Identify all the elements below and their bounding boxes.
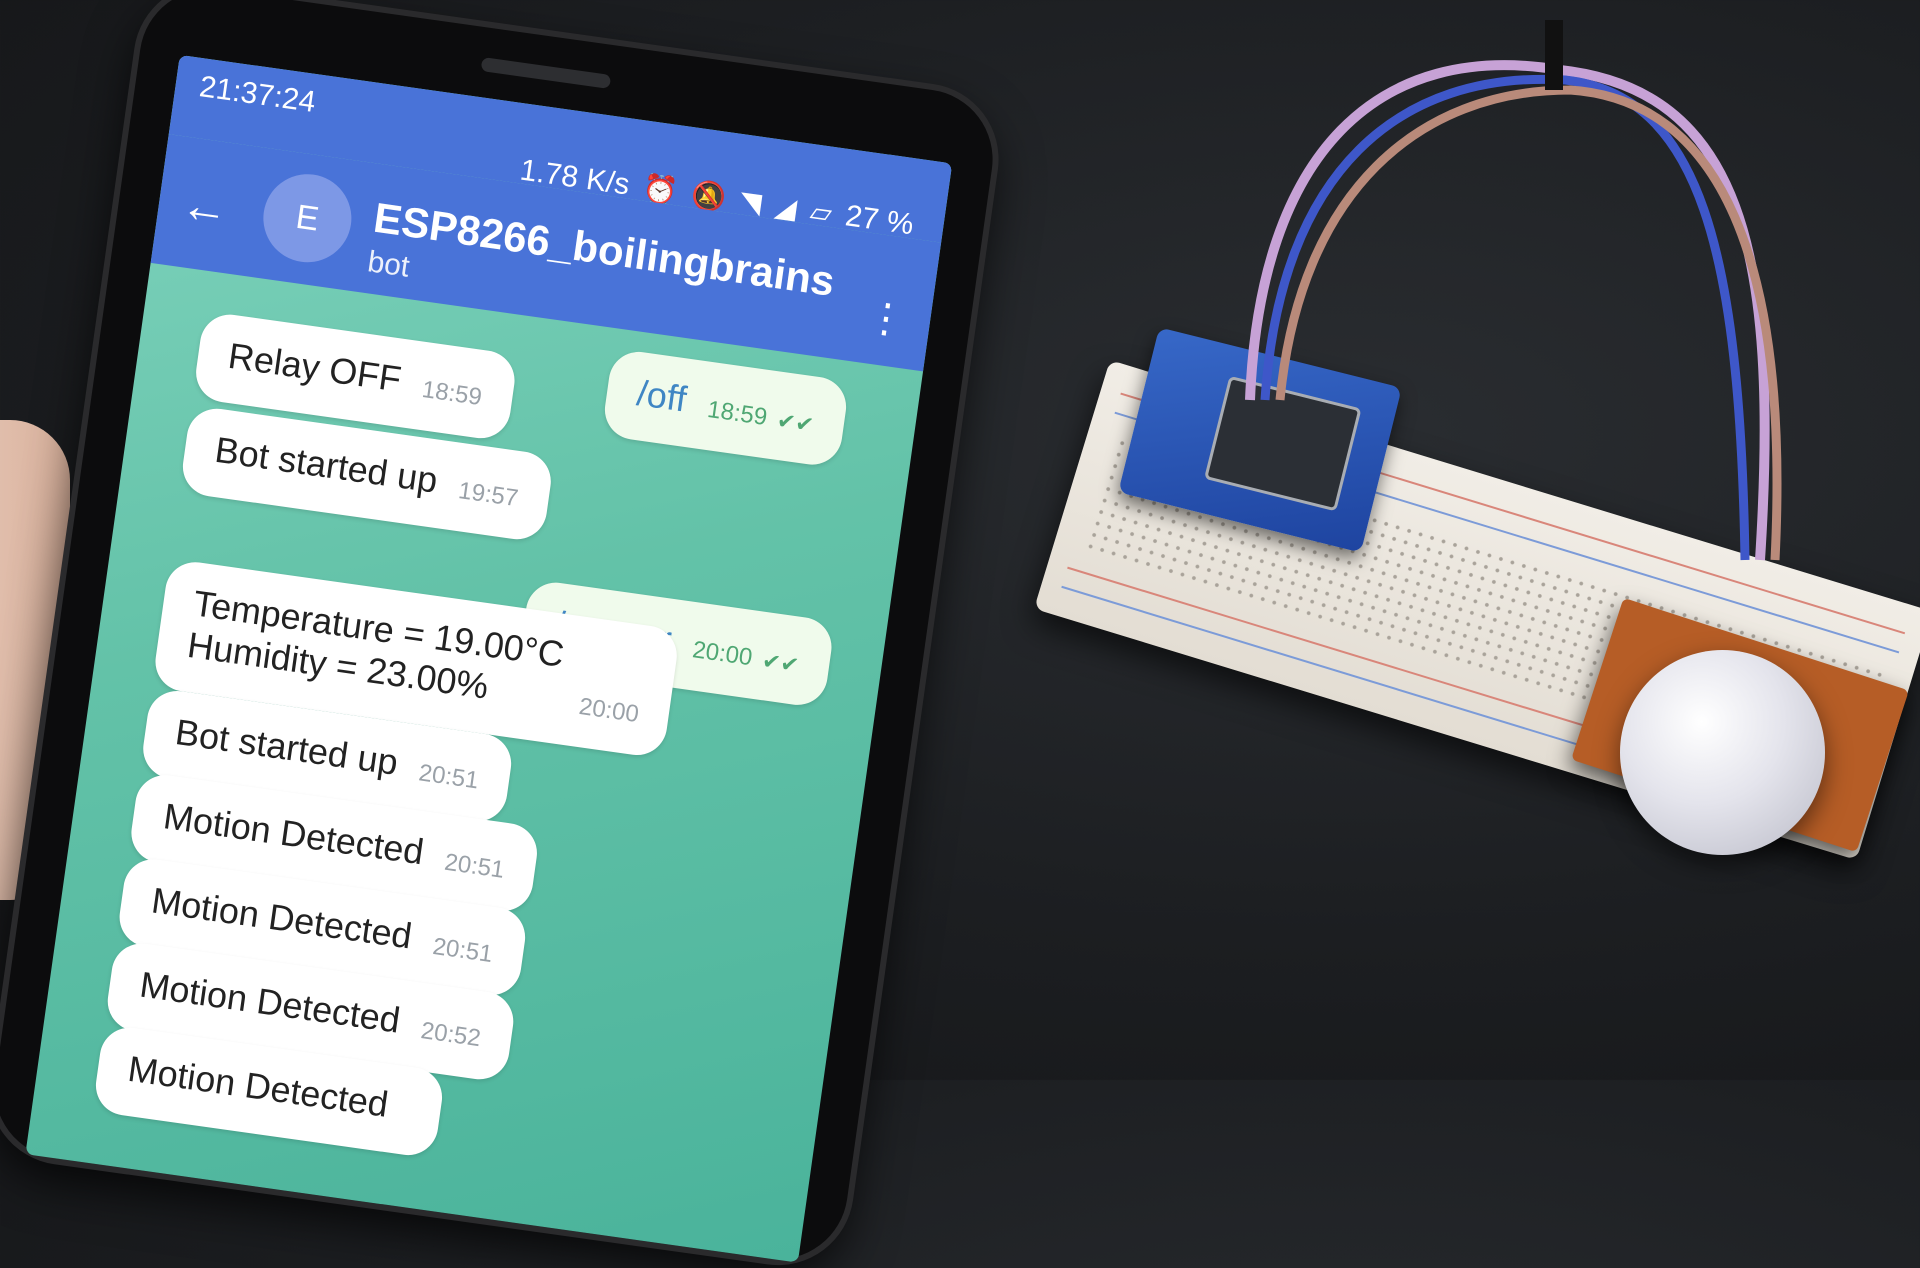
message-time: 20:00 xyxy=(577,692,641,729)
status-clock: 21:37:24 xyxy=(197,70,318,120)
phone: 21:37:24 1.78 K/s ⏰ 🔕 ◥ ◢ ▱ 27 % ← E ESP… xyxy=(0,0,1002,1268)
message-time: 19:57 xyxy=(456,477,520,513)
message-text: Temperature = 19.00°C Humidity = 23.00% xyxy=(185,582,567,707)
avatar[interactable]: E xyxy=(257,168,358,268)
message-text: Bot started up xyxy=(212,428,441,501)
wifi-icon: ◥ xyxy=(737,185,764,220)
message-text: Motion Detected xyxy=(160,795,427,873)
message-time: 18:59 xyxy=(420,375,484,412)
message-time: 20:00 xyxy=(690,636,754,672)
kebab-menu-icon[interactable]: ⋮ xyxy=(863,293,909,344)
signal-icon: ◢ xyxy=(773,190,799,225)
back-arrow-icon[interactable]: ← xyxy=(177,177,232,238)
double-check-icon: ✔✔ xyxy=(775,407,816,438)
message-text: Motion Detected xyxy=(149,879,415,957)
message-time: 20:51 xyxy=(417,759,481,795)
message-text: Motion Detected xyxy=(125,1047,391,1125)
message-text: Motion Detected xyxy=(137,963,403,1041)
wire-blue xyxy=(1260,74,1750,561)
message-time: 20:51 xyxy=(431,932,495,969)
message-list[interactable]: Relay OFF 18:59 /off 18:59 ✔✔ Bot starte… xyxy=(25,263,923,1263)
chat-subtitle: bot xyxy=(365,245,412,284)
double-check-icon: ✔✔ xyxy=(760,647,801,678)
no-sim-icon: ▱ xyxy=(808,195,834,230)
message-time: 20:51 xyxy=(442,848,507,884)
pir-sensor-dome xyxy=(1620,650,1825,855)
message-text: Relay OFF xyxy=(225,334,404,400)
message-bubble[interactable]: /off 18:59 ✔✔ xyxy=(601,348,851,469)
wire-tie xyxy=(1545,20,1563,90)
message-text: Bot started up xyxy=(172,711,401,783)
phone-screen: 21:37:24 1.78 K/s ⏰ 🔕 ◥ ◢ ▱ 27 % ← E ESP… xyxy=(25,54,953,1263)
message-time: 18:59 xyxy=(705,395,769,431)
message-text: /off xyxy=(634,372,690,420)
message-time: 20:52 xyxy=(419,1017,483,1053)
